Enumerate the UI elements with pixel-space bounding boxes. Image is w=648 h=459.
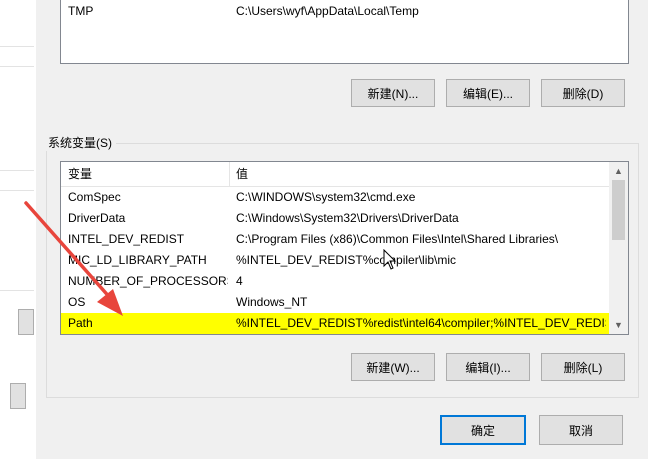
variable-value: 4 [236, 274, 243, 288]
divider [0, 170, 34, 171]
cancel-button[interactable]: 取消 [539, 415, 623, 445]
ok-button[interactable]: 确定 [440, 415, 526, 445]
chevron-down-icon[interactable]: ▼ [609, 316, 628, 334]
column-header-value[interactable]: 值 [236, 162, 606, 186]
variable-name: MIC_LD_LIBRARY_PATH [68, 253, 207, 267]
variable-name: DriverData [68, 211, 126, 225]
variable-value: C:\Program Files (x86)\Common Files\Inte… [236, 232, 559, 246]
variable-value: %INTEL_DEV_REDIST%compiler\lib\mic [236, 253, 457, 267]
variable-name: ComSpec [68, 190, 121, 204]
variable-name: Path [68, 316, 93, 330]
variable-value: %INTEL_DEV_REDIST%redist\intel64\compile… [236, 316, 606, 330]
system-delete-button[interactable]: 删除(L) [541, 353, 625, 381]
user-new-button[interactable]: 新建(N)... [351, 79, 435, 107]
variable-value: Windows_NT [236, 295, 308, 309]
list-item[interactable]: TMP C:\Users\wyf\AppData\Local\Temp [61, 1, 628, 22]
background-button [18, 309, 34, 335]
table-row[interactable]: NUMBER_OF_PROCESSORS 4 [61, 271, 609, 292]
background-button [10, 383, 26, 409]
system-new-button[interactable]: 新建(W)... [351, 353, 435, 381]
rows-container: ComSpec C:\WINDOWS\system32\cmd.exe Driv… [61, 187, 609, 334]
variable-name: TMP [68, 4, 94, 18]
table-row-selected[interactable]: Path %INTEL_DEV_REDIST%redist\intel64\co… [61, 313, 609, 334]
variable-name: INTEL_DEV_REDIST [68, 232, 185, 246]
variable-name: OS [68, 295, 86, 309]
chevron-up-icon[interactable]: ▲ [609, 162, 628, 180]
system-variables-list[interactable]: 变量 值 ComSpec C:\WINDOWS\system32\cmd.exe… [60, 161, 629, 335]
mouse-cursor-icon [383, 249, 397, 270]
divider [0, 46, 34, 47]
table-row[interactable]: INTEL_DEV_REDIST C:\Program Files (x86)\… [61, 229, 609, 250]
divider [0, 290, 34, 291]
divider [0, 66, 34, 67]
variable-value: C:\Windows\System32\Drivers\DriverData [236, 211, 459, 225]
variable-value: C:\WINDOWS\system32\cmd.exe [236, 190, 416, 204]
column-header-name[interactable]: 变量 [68, 162, 228, 186]
variable-name: NUMBER_OF_PROCESSORS [68, 274, 228, 288]
variable-value: C:\Users\wyf\AppData\Local\Temp [236, 4, 419, 18]
background-window [0, 0, 37, 459]
list-header: 变量 值 [61, 162, 609, 187]
divider [0, 190, 34, 191]
environment-variables-dialog: TMP C:\Users\wyf\AppData\Local\Temp 新建(N… [36, 0, 648, 459]
column-separator[interactable] [229, 162, 230, 186]
user-edit-button[interactable]: 编辑(E)... [446, 79, 530, 107]
user-delete-button[interactable]: 删除(D) [541, 79, 625, 107]
system-variables-label: 系统变量(S) [44, 135, 116, 151]
table-row[interactable]: ComSpec C:\WINDOWS\system32\cmd.exe [61, 187, 609, 208]
table-row[interactable]: DriverData C:\Windows\System32\Drivers\D… [61, 208, 609, 229]
user-variables-list[interactable]: TMP C:\Users\wyf\AppData\Local\Temp [60, 0, 629, 64]
table-row[interactable]: MIC_LD_LIBRARY_PATH %INTEL_DEV_REDIST%co… [61, 250, 609, 271]
vertical-scrollbar[interactable]: ▲ ▼ [609, 162, 628, 334]
scrollbar-thumb[interactable] [612, 180, 625, 240]
table-row[interactable]: OS Windows_NT [61, 292, 609, 313]
system-edit-button[interactable]: 编辑(I)... [446, 353, 530, 381]
